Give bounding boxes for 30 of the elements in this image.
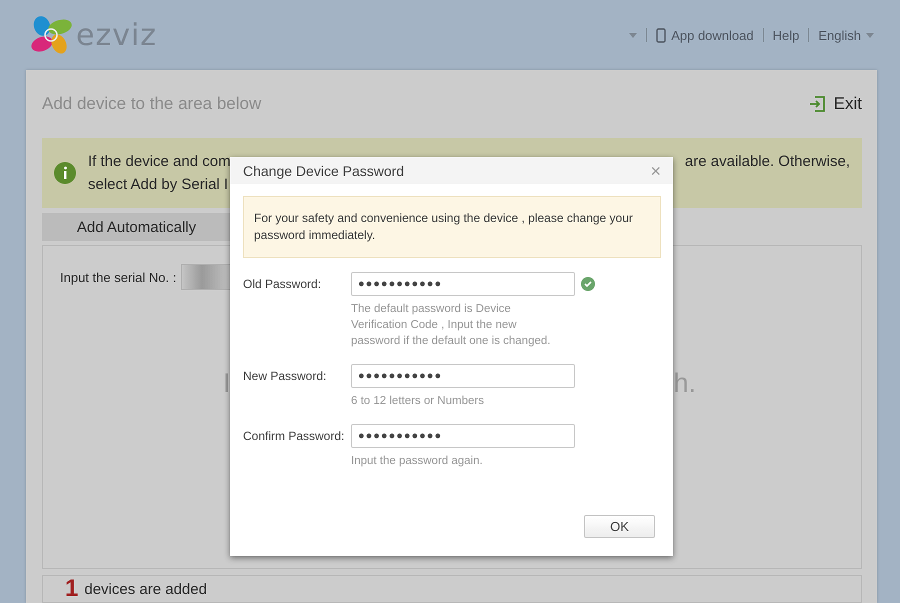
info-text: If the device and com <box>88 153 231 170</box>
caret-icon <box>629 32 638 38</box>
password-field[interactable]: ●●●●●●●●●●● <box>351 424 575 448</box>
field-label: Old Password: <box>243 277 322 291</box>
caret-icon <box>866 32 874 38</box>
count-text: devices are added <box>84 582 207 596</box>
ok-button[interactable]: OK <box>584 515 655 538</box>
field-hint: The default password is Device Verification Code , Input the new password if the default one is changed. <box>351 302 552 349</box>
field-hint: Input the password again. <box>351 454 484 469</box>
dialog-title: Change Device Password <box>243 162 404 178</box>
serial-label: Input the serial No. : <box>60 270 176 284</box>
field-hint: 6 to 12 letters or Numbers <box>351 394 485 409</box>
panel-title: Add device to the area below <box>42 94 262 114</box>
exit-icon <box>808 96 826 112</box>
field-label: New Password: <box>243 369 328 383</box>
mode-tab[interactable]: Add Automatically <box>42 213 231 241</box>
field-label: Confirm Password: <box>243 429 346 443</box>
device-count: 1 <box>65 577 78 601</box>
dialog-notice: For your safety and convenience using the device , please change your password immediately. <box>243 196 661 258</box>
logo-icon <box>30 15 74 55</box>
password-field[interactable]: ●●●●●●●●●●● <box>351 364 575 388</box>
info-icon <box>54 162 76 184</box>
check-icon <box>581 277 595 291</box>
info-text: select Add by Serial I <box>88 176 230 193</box>
password-field[interactable]: ●●●●●●●●●●● <box>351 272 575 296</box>
phone-icon <box>656 28 666 42</box>
info-text: are available. Otherwise, <box>684 153 850 170</box>
serial-field[interactable] <box>181 264 232 290</box>
dropdown-toggle[interactable] <box>629 32 638 38</box>
exit-link[interactable]: Exit <box>808 94 862 114</box>
